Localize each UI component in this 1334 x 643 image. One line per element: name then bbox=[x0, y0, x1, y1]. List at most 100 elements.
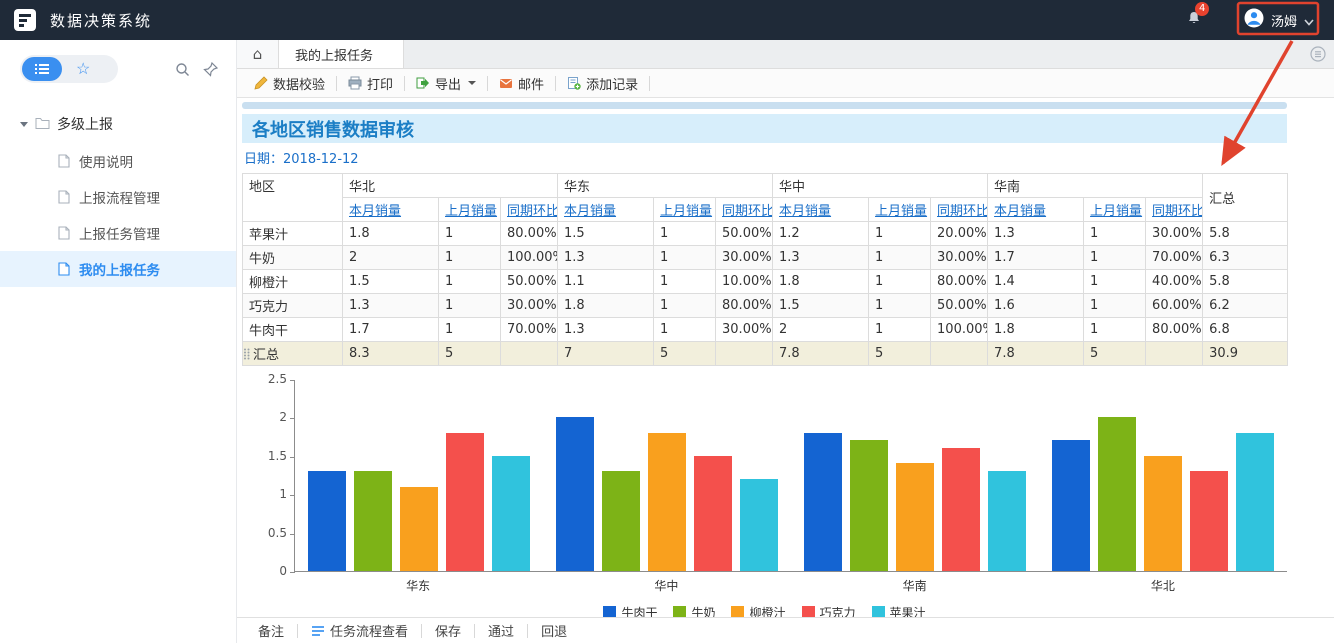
value-cell: 100.00% bbox=[499, 245, 559, 270]
view-switch-capsule: ☆ bbox=[20, 55, 118, 83]
star-icon: ☆ bbox=[76, 61, 91, 78]
region-header: 华南 bbox=[987, 173, 1204, 198]
bar-华北-苹果汁 bbox=[1236, 432, 1274, 571]
legend-item-巧克力[interactable]: 巧克力 bbox=[801, 604, 856, 617]
task-flow-view-button[interactable]: 任务流程查看 bbox=[298, 623, 423, 640]
tab-my-report-tasks[interactable]: 我的上报任务 bbox=[279, 40, 405, 68]
approve-button[interactable]: 通过 bbox=[475, 623, 529, 640]
value-cell: 1.2 bbox=[772, 221, 870, 246]
pin-icon[interactable] bbox=[203, 61, 218, 77]
value-cell: 1 bbox=[868, 245, 932, 270]
bar-华中-巧克力 bbox=[694, 455, 732, 571]
legend-swatch bbox=[603, 606, 617, 617]
value-cell: 1.4 bbox=[987, 269, 1085, 294]
value-cell: 10.00% bbox=[715, 269, 774, 294]
avatar-icon bbox=[1244, 8, 1264, 32]
value-cell: 1 bbox=[653, 245, 717, 270]
chevron-down-icon bbox=[1304, 11, 1314, 30]
bar-华南-牛奶 bbox=[850, 440, 888, 571]
search-icon[interactable] bbox=[175, 62, 190, 77]
sidebar-item-my-report-tasks[interactable]: 我的上报任务 bbox=[0, 251, 236, 287]
save-button[interactable]: 保存 bbox=[422, 623, 476, 640]
legend-swatch bbox=[801, 606, 815, 617]
horizontal-scrollbar[interactable] bbox=[242, 102, 1287, 109]
caret-down-icon bbox=[20, 121, 28, 127]
topbar: 数据决策系统 4 汤姆 bbox=[0, 0, 1334, 40]
total-cell: 5.8 bbox=[1202, 221, 1289, 246]
bar-group-华南 bbox=[791, 432, 1039, 571]
sidebar: ☆ 多级上报 使用说明 上报流程管理 上报任务管理 我的上报任务 bbox=[0, 40, 237, 643]
value-cell: 1 bbox=[1083, 245, 1147, 270]
bar-华南-巧克力 bbox=[942, 448, 980, 571]
directory-view-button[interactable] bbox=[22, 57, 62, 81]
value-cell: 1.8 bbox=[987, 317, 1085, 342]
sidebar-tree: 多级上报 使用说明 上报流程管理 上报任务管理 我的上报任务 bbox=[0, 105, 236, 287]
value-cell: 1.3 bbox=[557, 245, 655, 270]
value-cell: 1 bbox=[868, 221, 932, 246]
print-button[interactable]: 打印 bbox=[337, 75, 406, 93]
legend-item-柳橙汁[interactable]: 柳橙汁 bbox=[731, 604, 786, 617]
document-icon bbox=[58, 262, 70, 276]
document-icon bbox=[58, 226, 70, 240]
y-tick-label: 2.5 bbox=[267, 372, 287, 386]
total-cell: 5.8 bbox=[1202, 269, 1289, 294]
value-cell: 30.00% bbox=[715, 245, 774, 270]
value-cell: 20.00% bbox=[930, 221, 989, 246]
value-cell: 1.7 bbox=[987, 245, 1085, 270]
value-cell: 1 bbox=[438, 293, 501, 318]
value-cell: 80.00% bbox=[715, 293, 774, 318]
total-cell: 6.8 bbox=[1202, 317, 1289, 342]
value-cell: 80.00% bbox=[499, 221, 559, 246]
add-record-button[interactable]: 添加记录 bbox=[556, 75, 651, 93]
sub-header: 本月销量 bbox=[772, 197, 870, 222]
bar-华东-苹果汁 bbox=[492, 455, 530, 571]
row-drag-handle-icon[interactable] bbox=[244, 347, 252, 360]
bar-华中-牛奶 bbox=[602, 471, 640, 571]
app-logo-icon[interactable] bbox=[14, 9, 36, 31]
mail-button[interactable]: 邮件 bbox=[488, 75, 557, 93]
legend-item-牛肉干[interactable]: 牛肉干 bbox=[603, 604, 657, 617]
value-cell: 1 bbox=[653, 269, 717, 294]
report-title: 各地区销售数据审核 bbox=[252, 119, 414, 141]
sales-bar-chart: 0 0.5 1 1.5 2 2.5 华东 华中 华南 华北 牛肉干 牛奶 柳橙汁 巧克力 苹果汁 bbox=[242, 372, 1287, 617]
summary-cell: 5 bbox=[438, 341, 501, 366]
sidebar-tools bbox=[175, 61, 218, 77]
value-cell: 1 bbox=[653, 293, 717, 318]
sidebar-item-report-task-management[interactable]: 上报任务管理 bbox=[0, 215, 236, 251]
value-cell: 1 bbox=[1083, 317, 1147, 342]
home-tab[interactable]: ⌂ bbox=[237, 40, 279, 68]
rollback-button[interactable]: 回退 bbox=[528, 624, 580, 640]
tab-list-icon[interactable] bbox=[1310, 46, 1326, 62]
data-verify-button[interactable]: 数据校验 bbox=[243, 75, 338, 93]
sidebar-item-usage-note[interactable]: 使用说明 bbox=[0, 143, 236, 179]
export-icon bbox=[416, 76, 430, 90]
col-header-total: 汇总 bbox=[1202, 173, 1289, 222]
sidebar-item-report-flow-management[interactable]: 上报流程管理 bbox=[0, 179, 236, 215]
value-cell: 1 bbox=[653, 317, 717, 342]
value-cell: 50.00% bbox=[930, 293, 989, 318]
user-menu[interactable]: 汤姆 bbox=[1238, 5, 1320, 35]
region-header: 华北 bbox=[341, 173, 559, 198]
bar-华北-柳橙汁 bbox=[1144, 455, 1182, 571]
chart-plot-area: 0 0.5 1 1.5 2 2.5 bbox=[268, 372, 1287, 578]
bar-华南-柳橙汁 bbox=[896, 463, 934, 571]
value-cell: 50.00% bbox=[499, 269, 559, 294]
value-cell: 30.00% bbox=[715, 317, 774, 342]
sidebar-tree-children: 使用说明 上报流程管理 上报任务管理 我的上报任务 bbox=[0, 143, 236, 287]
notification-bell[interactable]: 4 bbox=[1186, 2, 1210, 30]
summary-total: 30.9 bbox=[1202, 341, 1289, 366]
summary-cell: 7 bbox=[557, 341, 655, 366]
remark-button[interactable]: 备注 bbox=[245, 623, 299, 640]
legend-item-牛奶[interactable]: 牛奶 bbox=[673, 604, 715, 617]
sidebar-folder-multilevel-report[interactable]: 多级上报 bbox=[0, 105, 236, 143]
value-cell: 1 bbox=[868, 293, 932, 318]
favorites-button[interactable]: ☆ bbox=[76, 59, 90, 79]
legend-item-苹果汁[interactable]: 苹果汁 bbox=[871, 604, 926, 617]
value-cell: 1 bbox=[1083, 293, 1147, 318]
bar-华南-苹果汁 bbox=[988, 471, 1026, 571]
value-cell: 2 bbox=[342, 245, 439, 270]
value-cell: 1.8 bbox=[342, 221, 439, 246]
value-cell: 70.00% bbox=[499, 317, 559, 342]
export-button[interactable]: 导出 bbox=[405, 75, 489, 93]
report-date: 日期：2018-12-12 bbox=[244, 152, 359, 167]
